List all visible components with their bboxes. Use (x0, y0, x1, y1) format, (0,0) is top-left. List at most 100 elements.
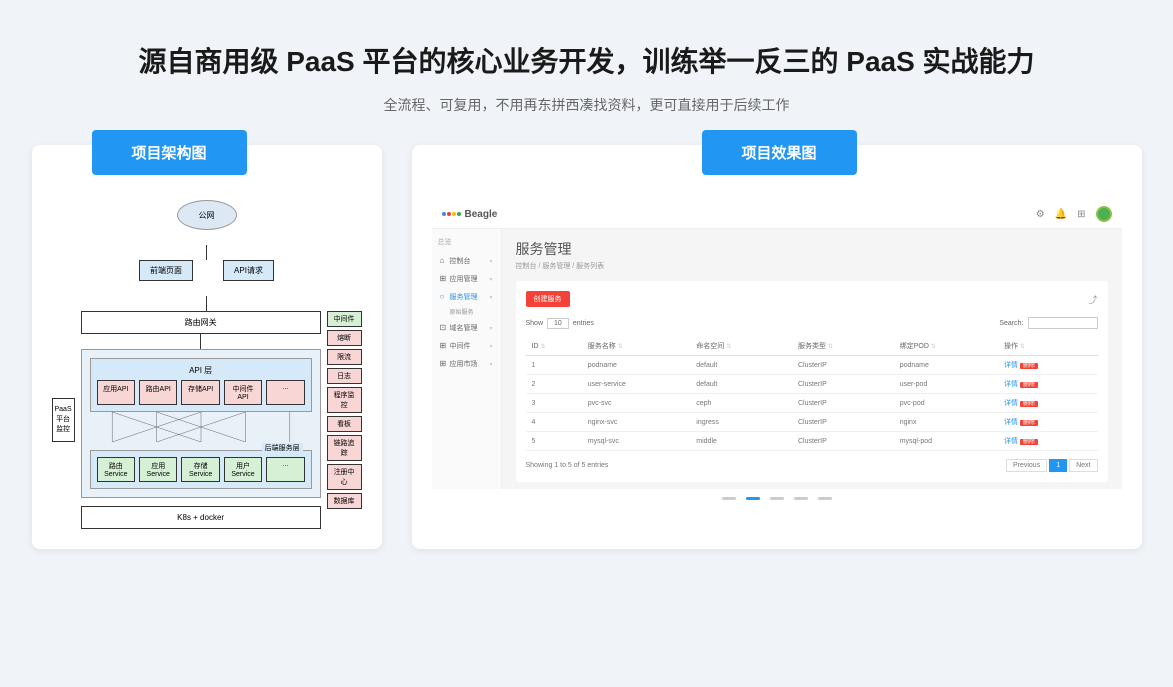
carousel-dot-0[interactable] (722, 497, 736, 500)
sidebar-section-label: 总览 (438, 237, 495, 247)
table-cell: ClusterIP (792, 375, 894, 394)
pagination-next[interactable]: Next (1069, 459, 1097, 472)
detail-link[interactable]: 详情 (1004, 362, 1018, 369)
chevron-icon: ▾ (489, 343, 492, 350)
table-cell: ceph (690, 394, 792, 413)
sidebar-item-应用市场[interactable]: ⊞ 应用市场▾ (438, 356, 495, 372)
carousel-dot-2[interactable] (770, 497, 784, 500)
table-cell: user-pod (894, 375, 998, 394)
delete-button[interactable]: 删除 (1020, 363, 1038, 369)
effect-topbar-icons: ⚙ 🔔 ⊞ (1036, 206, 1112, 222)
table-row: 5mysql-svcmiddleClusterIPmysql-pod详情 删除 (526, 432, 1098, 451)
table-row: 3pvc-svccephClusterIPpvc-pod详情 删除 (526, 394, 1098, 413)
arch-api-layer: API 层 应用API 路由API 存储API 中间件API ... (81, 349, 321, 498)
table-header[interactable]: ID ⇅ (526, 337, 582, 356)
page-size-select[interactable]: 10 (547, 318, 569, 329)
effect-body: 总览 ⌂ 控制台▾⊞ 应用管理▾○ 服务管理▾原始服务⊡ 域名管理▾⊞ 中间件▾… (432, 229, 1122, 489)
delete-button[interactable]: 删除 (1020, 382, 1038, 388)
nav-icon: ⌂ (440, 256, 448, 264)
delete-button[interactable]: 删除 (1020, 401, 1038, 407)
carousel-dot-1[interactable] (746, 497, 760, 500)
table-row: 4nginx-svcingressClusterIPnginx详情 删除 (526, 413, 1098, 432)
pagination-prev[interactable]: Previous (1006, 459, 1047, 472)
breadcrumb: 控制台 / 服务管理 / 服务列表 (516, 261, 1108, 271)
table-action-cell: 详情 删除 (998, 375, 1098, 394)
arch-middleware-column: 中间件 熔断 限流 日志 程序监控 看板 链路追踪 注册中心 数据库 (327, 311, 362, 529)
table-cell: mysql-pod (894, 432, 998, 451)
table-header[interactable]: 命名空间 ⇅ (690, 337, 792, 356)
sidebar-item-服务管理[interactable]: ○ 服务管理▾ (438, 289, 495, 305)
pagination-page-1[interactable]: 1 (1049, 459, 1067, 472)
table-cell: nginx-svc (582, 413, 691, 432)
services-table: ID ⇅服务名称 ⇅命名空间 ⇅服务类型 ⇅绑定POD ⇅操作 ⇅ 1podna… (526, 337, 1098, 451)
sort-icon: ⇅ (1020, 344, 1025, 350)
detail-link[interactable]: 详情 (1004, 400, 1018, 407)
gear-icon[interactable]: ⚙ (1036, 209, 1045, 220)
detail-link[interactable]: 详情 (1004, 419, 1018, 426)
effect-page-title: 服务管理 (516, 239, 1108, 259)
sidebar-item-控制台[interactable]: ⌂ 控制台▾ (438, 253, 495, 269)
entries-label: entries (573, 320, 594, 327)
table-cell: podname (894, 356, 998, 375)
effect-main: 服务管理 控制台 / 服务管理 / 服务列表 创建服务 ⤴ Show 10 en… (502, 229, 1122, 489)
table-header[interactable]: 服务名称 ⇅ (582, 337, 691, 356)
grid-icon[interactable]: ⊞ (1077, 209, 1085, 220)
table-action-cell: 详情 删除 (998, 394, 1098, 413)
chevron-icon: ▾ (489, 276, 492, 283)
carousel-dot-4[interactable] (818, 497, 832, 500)
search-label: Search: (999, 320, 1023, 327)
arch-api-layer-title: API 层 (97, 365, 305, 376)
table-header[interactable]: 绑定POD ⇅ (894, 337, 998, 356)
detail-link[interactable]: 详情 (1004, 381, 1018, 388)
table-row: 2user-servicedefaultClusterIPuser-pod详情 … (526, 375, 1098, 394)
table-cell: podname (582, 356, 691, 375)
avatar[interactable] (1096, 206, 1112, 222)
table-header[interactable]: 服务类型 ⇅ (792, 337, 894, 356)
detail-link[interactable]: 详情 (1004, 438, 1018, 445)
table-cell: pvc-svc (582, 394, 691, 413)
table-cell: user-service (582, 375, 691, 394)
sidebar-item-域名管理[interactable]: ⊡ 域名管理▾ (438, 320, 495, 336)
nav-icon: ○ (440, 292, 448, 300)
table-cell: 2 (526, 375, 582, 394)
chevron-icon: ▾ (489, 361, 492, 368)
chevron-icon: ▾ (489, 294, 492, 301)
table-cell: mysql-svc (582, 432, 691, 451)
bell-icon[interactable]: 🔔 (1055, 209, 1067, 220)
effect-sidebar: 总览 ⌂ 控制台▾ ⊞ 应用管理▾ ○ 服务管理▾ 原始服务 ⊡ 域名管理▾ ⊞ 中间件▾… (432, 229, 502, 489)
sidebar-sub-item[interactable]: 原始服务 (438, 307, 495, 316)
table-cell: 4 (526, 413, 582, 432)
table-cell: default (690, 356, 792, 375)
page-title: 源自商用级 PaaS 平台的核心业务开发，训练举一反三的 PaaS 实战能力 (20, 40, 1153, 80)
table-cell: ClusterIP (792, 413, 894, 432)
table-action-cell: 详情 删除 (998, 432, 1098, 451)
table-cell: pvc-pod (894, 394, 998, 413)
panel-architecture: 项目架构图 公网 前端页面 API请求 PaaS 平台 监控 路由网关 API … (32, 145, 382, 549)
nav-icon: ⊡ (440, 323, 448, 331)
chevron-icon: ▾ (489, 258, 492, 265)
effect-logo[interactable]: Beagle (442, 209, 498, 220)
page-subtitle: 全流程、可复用，不用再东拼西凑找资料，更可直接用于后续工作 (20, 95, 1153, 115)
sidebar-item-中间件[interactable]: ⊞ 中间件▾ (438, 338, 495, 354)
delete-button[interactable]: 删除 (1020, 420, 1038, 426)
pagination: Previous 1 Next (1006, 459, 1098, 472)
table-cell: default (690, 375, 792, 394)
search-input[interactable] (1028, 317, 1098, 329)
table-row: 1podnamedefaultClusterIPpodname详情 删除 (526, 356, 1098, 375)
table-cell: nginx (894, 413, 998, 432)
carousel-dot-3[interactable] (794, 497, 808, 500)
panel-tab-architecture: 项目架构图 (92, 130, 247, 175)
effect-screenshot: Beagle ⚙ 🔔 ⊞ 总览 ⌂ 控制台▾⊞ 应用管理▾○ 服务管理▾原始服务… (432, 200, 1122, 489)
create-service-button[interactable]: 创建服务 (526, 291, 570, 307)
table-header[interactable]: 操作 ⇅ (998, 337, 1098, 356)
arch-api-request-box: API请求 (223, 260, 274, 281)
arch-cloud: 公网 (177, 200, 237, 230)
upload-icon[interactable]: ⤴ (1088, 293, 1097, 306)
arch-middleware-title: 中间件 (327, 311, 362, 327)
delete-button[interactable]: 删除 (1020, 439, 1038, 445)
panel-tab-effect: 项目效果图 (702, 130, 857, 175)
table-cell: middle (690, 432, 792, 451)
sidebar-item-应用管理[interactable]: ⊞ 应用管理▾ (438, 271, 495, 287)
nav-icon: ⊞ (440, 341, 448, 349)
sort-icon: ⇅ (726, 344, 731, 350)
